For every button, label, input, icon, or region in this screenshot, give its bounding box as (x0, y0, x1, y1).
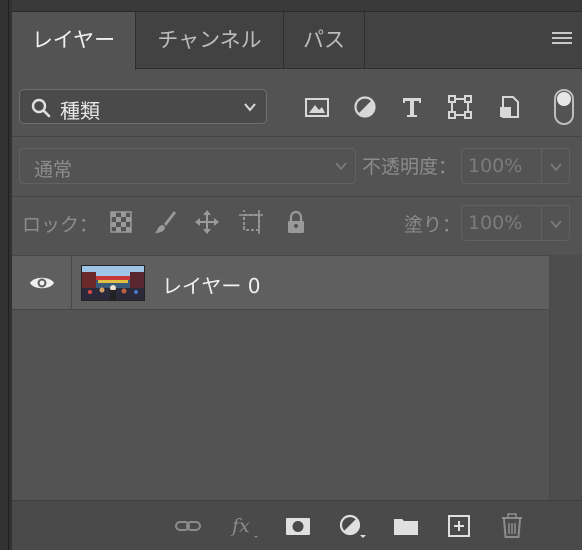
layer-thumbnail[interactable] (81, 265, 145, 301)
adjustment-filter-icon[interactable] (352, 94, 378, 120)
lock-transparent-pixels-icon[interactable] (108, 209, 134, 235)
tab-channels[interactable]: チャンネル (136, 12, 284, 69)
svg-text:fx: fx (230, 515, 250, 537)
lock-image-pixels-icon[interactable] (152, 209, 178, 235)
fill-input[interactable]: 100% (461, 205, 570, 241)
chevron-down-icon (335, 162, 347, 171)
divider (541, 149, 542, 183)
layer-style-fx-icon[interactable]: fx (230, 513, 258, 539)
opacity-value: 100% (468, 155, 523, 177)
image-filter-icon[interactable] (304, 94, 330, 120)
fill-value: 100% (468, 212, 523, 234)
divider (12, 136, 582, 137)
smart-object-filter-icon[interactable] (497, 94, 523, 120)
new-layer-icon[interactable] (445, 513, 473, 539)
tab-paths[interactable]: パス (284, 12, 365, 69)
lock-all-icon[interactable] (283, 209, 309, 235)
lock-label: ロック： (22, 214, 99, 236)
link-layers-icon[interactable] (174, 513, 202, 539)
filter-toggle-switch[interactable] (554, 89, 574, 125)
layer-list-empty-area (12, 310, 549, 500)
filter-kind-label: 種類 (60, 99, 100, 123)
delete-layer-icon[interactable] (498, 513, 526, 539)
layers-panel: レイヤー チャンネル パス 種類 通常 不透明度： 100% ロック： 塗り： … (12, 12, 582, 550)
panel-menu-icon[interactable] (552, 32, 572, 48)
top-edge-strip (12, 0, 582, 12)
tab-layers[interactable]: レイヤー (12, 12, 136, 70)
lock-artboard-icon[interactable] (238, 209, 264, 235)
panel-footer: fx (12, 500, 582, 550)
opacity-label: 不透明度： (362, 156, 458, 178)
visibility-toggle[interactable] (12, 256, 72, 309)
filter-kind-select[interactable]: 種類 (19, 89, 267, 124)
type-filter-icon[interactable] (399, 94, 425, 120)
new-group-folder-icon[interactable] (392, 513, 420, 539)
add-mask-icon[interactable] (284, 513, 312, 539)
panel-tab-bar: レイヤー チャンネル パス (12, 12, 582, 70)
opacity-input[interactable]: 100% (461, 148, 570, 184)
lock-position-icon[interactable] (194, 209, 220, 235)
layer-name[interactable]: レイヤー 0 (162, 270, 260, 299)
blend-mode-select[interactable]: 通常 (19, 148, 356, 184)
left-edge-strip (0, 0, 12, 550)
search-icon (31, 98, 51, 118)
divider (12, 196, 582, 197)
chevron-down-icon[interactable] (548, 159, 564, 175)
chevron-down-icon (244, 103, 256, 112)
shape-filter-icon[interactable] (447, 94, 473, 120)
layer-list-scroll-track (549, 255, 582, 500)
eye-icon[interactable] (29, 274, 55, 292)
chevron-down-icon[interactable] (548, 216, 564, 232)
divider (541, 206, 542, 240)
blend-mode-label: 通常 (34, 159, 73, 181)
fill-label: 塗り： (404, 214, 462, 236)
new-adjustment-layer-icon[interactable] (338, 513, 366, 539)
layer-row[interactable]: レイヤー 0 (12, 255, 549, 310)
layer-thumbnail-image (82, 266, 144, 300)
